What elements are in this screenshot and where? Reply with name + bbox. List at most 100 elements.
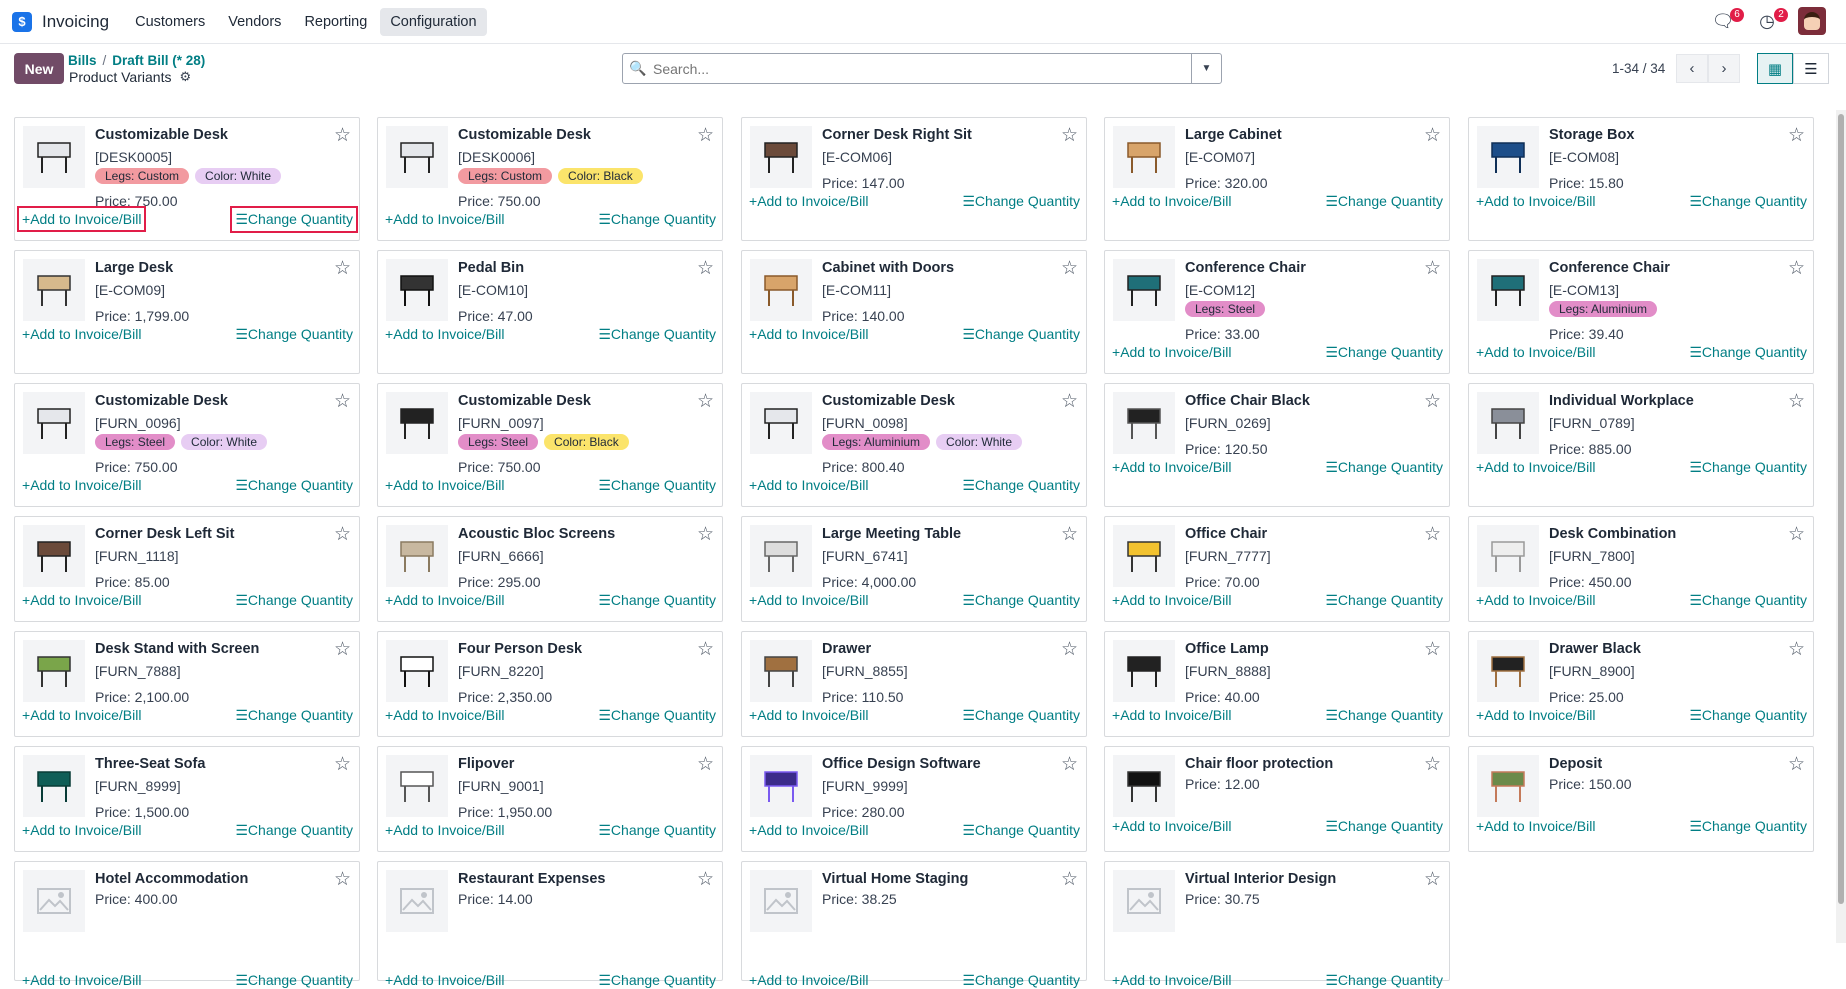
favorite-star-icon[interactable]: ☆ [1061, 124, 1078, 147]
product-card[interactable]: Office Chair [FURN_7777] Price: 70.00 ☆ +Add… [1104, 516, 1450, 622]
add-to-invoice-button[interactable]: +Add to Invoice/Bill [749, 193, 868, 209]
product-card[interactable]: Virtual Home Staging Price: 38.25 ☆ +Add to… [741, 861, 1087, 988]
favorite-star-icon[interactable]: ☆ [334, 753, 351, 776]
favorite-star-icon[interactable]: ☆ [1788, 257, 1805, 280]
change-quantity-button[interactable]: ☰Change Quantity [1325, 193, 1443, 210]
change-quantity-button[interactable]: ☰Change Quantity [235, 707, 353, 724]
menu-vendors[interactable]: Vendors [218, 8, 291, 36]
favorite-star-icon[interactable]: ☆ [1424, 753, 1441, 776]
add-to-invoice-button[interactable]: +Add to Invoice/Bill [22, 707, 141, 723]
add-to-invoice-button[interactable]: +Add to Invoice/Bill [1476, 707, 1595, 723]
change-quantity-button[interactable]: ☰Change Quantity [1689, 818, 1807, 835]
add-to-invoice-button[interactable]: +Add to Invoice/Bill [22, 822, 141, 838]
change-quantity-button[interactable]: ☰Change Quantity [235, 477, 353, 494]
change-quantity-button[interactable]: ☰Change Quantity [235, 326, 353, 343]
change-quantity-button[interactable]: ☰Change Quantity [230, 206, 358, 233]
add-to-invoice-button[interactable]: +Add to Invoice/Bill [385, 477, 504, 493]
menu-configuration[interactable]: Configuration [380, 7, 487, 36]
add-to-invoice-button[interactable]: +Add to Invoice/Bill [22, 972, 141, 988]
change-quantity-button[interactable]: ☰Change Quantity [962, 477, 1080, 494]
change-quantity-button[interactable]: ☰Change Quantity [1689, 592, 1807, 609]
change-quantity-button[interactable]: ☰Change Quantity [235, 822, 353, 839]
invoicing-app-icon[interactable]: $ [12, 11, 32, 32]
favorite-star-icon[interactable]: ☆ [1424, 124, 1441, 147]
product-card[interactable]: Four Person Desk [FURN_8220] Price: 2,350.… [377, 631, 723, 737]
favorite-star-icon[interactable]: ☆ [1424, 390, 1441, 413]
product-card[interactable]: Customizable Desk [DESK0005] Legs: Custom C… [14, 117, 360, 241]
favorite-star-icon[interactable]: ☆ [334, 390, 351, 413]
product-card[interactable]: Customizable Desk [FURN_0097] Legs: Steel C… [377, 383, 723, 507]
list-view-button[interactable]: ☰ [1793, 53, 1829, 84]
pager-next-button[interactable]: › [1708, 54, 1740, 83]
favorite-star-icon[interactable]: ☆ [697, 868, 714, 891]
product-card[interactable]: Drawer Black [FURN_8900] Price: 25.00 ☆ +Add… [1468, 631, 1814, 737]
change-quantity-button[interactable]: ☰Change Quantity [598, 707, 716, 724]
breadcrumb-draft-bill[interactable]: Draft Bill (* 28) [112, 53, 205, 68]
change-quantity-button[interactable]: ☰Change Quantity [962, 822, 1080, 839]
change-quantity-button[interactable]: ☰Change Quantity [1689, 344, 1807, 361]
add-to-invoice-button[interactable]: +Add to Invoice/Bill [1112, 193, 1231, 209]
favorite-star-icon[interactable]: ☆ [697, 257, 714, 280]
product-card[interactable]: Restaurant Expenses Price: 14.00 ☆ +Add to … [377, 861, 723, 988]
add-to-invoice-button[interactable]: +Add to Invoice/Bill [22, 592, 141, 608]
change-quantity-button[interactable]: ☰Change Quantity [962, 592, 1080, 609]
favorite-star-icon[interactable]: ☆ [1061, 868, 1078, 891]
add-to-invoice-button[interactable]: +Add to Invoice/Bill [1112, 707, 1231, 723]
new-button[interactable]: New [14, 53, 64, 84]
favorite-star-icon[interactable]: ☆ [334, 124, 351, 147]
add-to-invoice-button[interactable]: +Add to Invoice/Bill [749, 477, 868, 493]
change-quantity-button[interactable]: ☰Change Quantity [962, 972, 1080, 989]
add-to-invoice-button[interactable]: +Add to Invoice/Bill [1476, 459, 1595, 475]
product-card[interactable]: Customizable Desk [FURN_0096] Legs: Steel C… [14, 383, 360, 507]
change-quantity-button[interactable]: ☰Change Quantity [598, 211, 716, 228]
app-name[interactable]: Invoicing [42, 12, 109, 32]
add-to-invoice-button[interactable]: +Add to Invoice/Bill [1112, 972, 1231, 988]
product-card[interactable]: Hotel Accommodation Price: 400.00 ☆ +Add to… [14, 861, 360, 988]
product-card[interactable]: Large Desk [E-COM09] Price: 1,799.00 ☆ +Add … [14, 250, 360, 374]
gear-icon[interactable]: ⚙ [179, 69, 191, 85]
product-card[interactable]: Office Lamp [FURN_8888] Price: 40.00 ☆ +Add … [1104, 631, 1450, 737]
add-to-invoice-button[interactable]: +Add to Invoice/Bill [385, 326, 504, 342]
product-card[interactable]: Conference Chair [E-COM13] Legs: Aluminium… [1468, 250, 1814, 374]
add-to-invoice-button[interactable]: +Add to Invoice/Bill [1112, 344, 1231, 360]
favorite-star-icon[interactable]: ☆ [334, 868, 351, 891]
product-card[interactable]: Virtual Interior Design Price: 30.75 ☆ +Add… [1104, 861, 1450, 988]
add-to-invoice-button[interactable]: +Add to Invoice/Bill [385, 972, 504, 988]
favorite-star-icon[interactable]: ☆ [1788, 638, 1805, 661]
change-quantity-button[interactable]: ☰Change Quantity [1689, 707, 1807, 724]
change-quantity-button[interactable]: ☰Change Quantity [1325, 344, 1443, 361]
favorite-star-icon[interactable]: ☆ [1788, 523, 1805, 546]
change-quantity-button[interactable]: ☰Change Quantity [1325, 707, 1443, 724]
change-quantity-button[interactable]: ☰Change Quantity [962, 707, 1080, 724]
product-card[interactable]: Desk Combination [FURN_7800] Price: 450.00… [1468, 516, 1814, 622]
favorite-star-icon[interactable]: ☆ [697, 753, 714, 776]
add-to-invoice-button[interactable]: +Add to Invoice/Bill [1476, 344, 1595, 360]
favorite-star-icon[interactable]: ☆ [697, 124, 714, 147]
favorite-star-icon[interactable]: ☆ [334, 638, 351, 661]
product-card[interactable]: Chair floor protection Price: 12.00 ☆ +Add … [1104, 746, 1450, 852]
add-to-invoice-button[interactable]: +Add to Invoice/Bill [749, 326, 868, 342]
breadcrumb-bills[interactable]: Bills [68, 53, 97, 68]
product-card[interactable]: Office Chair Black [FURN_0269] Price: 120.… [1104, 383, 1450, 507]
change-quantity-button[interactable]: ☰Change Quantity [598, 326, 716, 343]
add-to-invoice-button[interactable]: +Add to Invoice/Bill [16, 206, 147, 232]
favorite-star-icon[interactable]: ☆ [697, 638, 714, 661]
product-card[interactable]: Pedal Bin [E-COM10] Price: 47.00 ☆ +Add to I… [377, 250, 723, 374]
add-to-invoice-button[interactable]: +Add to Invoice/Bill [749, 592, 868, 608]
add-to-invoice-button[interactable]: +Add to Invoice/Bill [1476, 818, 1595, 834]
menu-customers[interactable]: Customers [125, 8, 215, 36]
favorite-star-icon[interactable]: ☆ [697, 523, 714, 546]
product-card[interactable]: Large Cabinet [E-COM07] Price: 320.00 ☆ +Add… [1104, 117, 1450, 241]
product-card[interactable]: Acoustic Bloc Screens [FURN_6666] Price: 2… [377, 516, 723, 622]
product-card[interactable]: Deposit Price: 150.00 ☆ +Add to Invoice/Bil… [1468, 746, 1814, 852]
favorite-star-icon[interactable]: ☆ [1788, 124, 1805, 147]
product-card[interactable]: Large Meeting Table [FURN_6741] Price: 4,0… [741, 516, 1087, 622]
search-input[interactable] [653, 54, 1191, 83]
messages-button[interactable]: 🗨 6 [1710, 6, 1744, 36]
add-to-invoice-button[interactable]: +Add to Invoice/Bill [749, 707, 868, 723]
favorite-star-icon[interactable]: ☆ [1061, 523, 1078, 546]
product-card[interactable]: Customizable Desk [DESK0006] Legs: Custom C… [377, 117, 723, 241]
change-quantity-button[interactable]: ☰Change Quantity [1325, 818, 1443, 835]
product-card[interactable]: Cabinet with Doors [E-COM11] Price: 140.00… [741, 250, 1087, 374]
favorite-star-icon[interactable]: ☆ [1061, 638, 1078, 661]
